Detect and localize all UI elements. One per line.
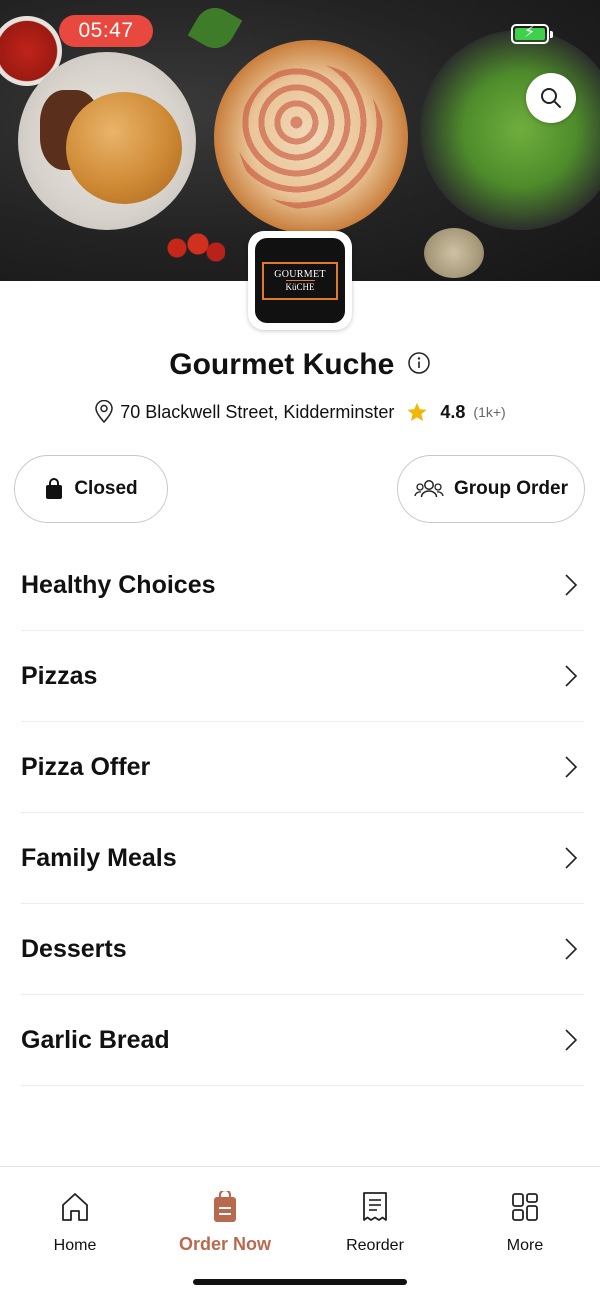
order-bag-icon: [214, 1191, 236, 1222]
grid-icon: [512, 1193, 538, 1221]
menu-category-label: Pizza Offer: [21, 752, 151, 781]
chevron-right-icon: [565, 847, 578, 869]
logo-text-line2: KüCHE: [285, 280, 315, 292]
rating-value: 4.8: [440, 401, 466, 422]
info-icon[interactable]: [407, 351, 431, 380]
burger-bun-graphic: [66, 92, 182, 204]
logo-text-line1: GOURMET: [274, 269, 326, 280]
nav-reorder-label: Reorder: [346, 1237, 404, 1254]
restaurant-logo: GOURMET KüCHE: [248, 231, 352, 330]
herb-graphic: [187, 0, 243, 56]
menu-category-desserts[interactable]: Desserts: [21, 904, 584, 995]
menu-category-pizzas[interactable]: Pizzas: [21, 631, 584, 722]
nav-order-now-label: Order Now: [178, 1234, 271, 1254]
nav-reorder[interactable]: Reorder: [300, 1189, 450, 1255]
menu-category-family-meals[interactable]: Family Meals: [21, 813, 584, 904]
menu-category-list: Healthy Choices Pizzas Pizza Offer Famil…: [21, 540, 584, 1086]
search-button[interactable]: [526, 73, 576, 123]
menu-category-healthy-choices[interactable]: Healthy Choices: [21, 540, 584, 631]
nav-home-label: Home: [53, 1237, 97, 1254]
chevron-right-icon: [565, 574, 578, 596]
pizza-graphic: [214, 40, 408, 234]
restaurant-name-row: Gourmet Kuche: [0, 348, 600, 382]
status-time: 05:47: [59, 15, 153, 47]
chevron-right-icon: [565, 938, 578, 960]
group-order-button[interactable]: Group Order: [397, 455, 585, 523]
menu-category-label: Family Meals: [21, 843, 177, 872]
closed-status-button[interactable]: Closed: [14, 455, 168, 523]
home-indicator: [193, 1279, 407, 1285]
menu-category-label: Garlic Bread: [21, 1025, 170, 1054]
chevron-right-icon: [565, 665, 578, 687]
nav-home[interactable]: Home: [0, 1189, 150, 1255]
nav-more-label: More: [506, 1237, 544, 1254]
menu-category-pizza-offer[interactable]: Pizza Offer: [21, 722, 584, 813]
closed-label: Closed: [74, 478, 138, 499]
nav-order-now[interactable]: Order Now: [150, 1189, 300, 1255]
salad-bowl-graphic: [420, 30, 600, 230]
menu-category-label: Healthy Choices: [21, 570, 216, 599]
menu-category-label: Pizzas: [21, 661, 98, 690]
rating-count: (1k+): [473, 404, 506, 420]
home-icon: [62, 1193, 88, 1221]
address-rating-row: 70 Blackwell Street, Kidderminster 4.8 (…: [0, 400, 600, 424]
nav-more[interactable]: More: [450, 1189, 600, 1255]
receipt-icon: [363, 1192, 387, 1221]
star-icon: [407, 402, 428, 421]
restaurant-name: Gourmet Kuche: [169, 348, 395, 381]
location-pin-icon: [95, 400, 114, 424]
chevron-right-icon: [565, 1029, 578, 1051]
chevron-right-icon: [565, 756, 578, 778]
group-users-icon: [414, 480, 444, 498]
tomatoes-graphic: [165, 228, 225, 268]
group-order-label: Group Order: [453, 478, 568, 499]
menu-category-garlic-bread[interactable]: Garlic Bread: [21, 995, 584, 1086]
spice-bowl-graphic: [424, 228, 484, 278]
restaurant-address: 70 Blackwell Street, Kidderminster: [120, 401, 395, 422]
menu-category-label: Desserts: [21, 934, 127, 963]
search-icon: [541, 88, 561, 108]
shopping-bag-icon: [46, 478, 63, 499]
battery-icon: ⚡: [511, 24, 553, 44]
